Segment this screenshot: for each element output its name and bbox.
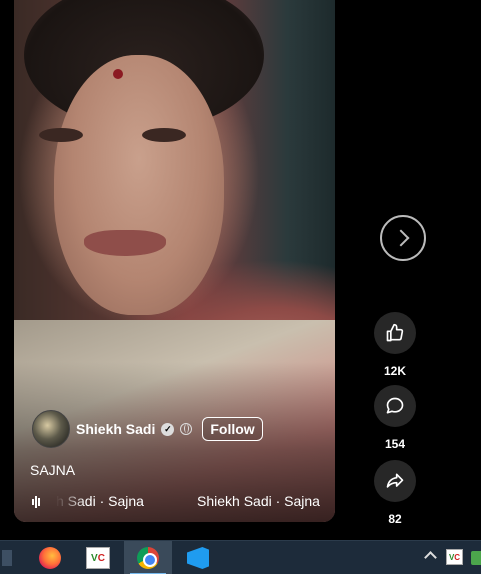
music-text-scrolling: h Sadi · Sajna bbox=[56, 493, 144, 509]
music-text: Shiekh Sadi · Sajna bbox=[197, 493, 320, 509]
follow-button[interactable]: Follow bbox=[202, 417, 263, 441]
vc-icon-c: C bbox=[97, 552, 105, 564]
share-button[interactable] bbox=[374, 460, 416, 502]
comment-button[interactable] bbox=[374, 385, 416, 427]
next-video-button[interactable] bbox=[380, 215, 426, 261]
taskbar-firefox[interactable] bbox=[26, 541, 74, 574]
comment-count: 154 bbox=[384, 437, 406, 451]
vc-icon-v: V bbox=[91, 552, 98, 564]
taskbar-edge bbox=[0, 541, 14, 574]
music-marquee: h Sadi · Sajna Shiekh Sadi · Sajna bbox=[52, 493, 332, 511]
video-caption: SAJNA bbox=[30, 462, 76, 478]
share-count: 82 bbox=[388, 512, 402, 526]
firefox-icon bbox=[39, 547, 61, 569]
tray-vc-c: C bbox=[454, 552, 461, 562]
author-name[interactable]: Shiekh Sadi bbox=[76, 421, 155, 437]
like-count: 12K bbox=[383, 364, 406, 378]
comment-action: 154 bbox=[374, 385, 416, 451]
thumbs-up-icon bbox=[386, 323, 404, 342]
video-content-bindi bbox=[113, 69, 123, 79]
video-content-eye bbox=[142, 128, 186, 142]
globe-icon bbox=[180, 423, 193, 435]
music-waveform-icon bbox=[32, 495, 44, 509]
video-content-face bbox=[54, 55, 224, 315]
video-content-mouth bbox=[84, 230, 166, 256]
tray-vc-icon[interactable]: VC bbox=[446, 549, 463, 565]
author-avatar[interactable] bbox=[32, 410, 70, 448]
video-frame[interactable]: Shiekh Sadi ✓ Follow SAJNA h Sadi · Sajn… bbox=[14, 0, 335, 522]
taskbar-vc[interactable]: VC bbox=[74, 541, 122, 574]
share-action: 82 bbox=[374, 460, 416, 526]
verified-badge-icon: ✓ bbox=[161, 422, 175, 436]
video-player-area: Shiekh Sadi ✓ Follow SAJNA h Sadi · Sajn… bbox=[0, 0, 481, 540]
like-button[interactable] bbox=[374, 312, 416, 354]
music-row[interactable]: h Sadi · Sajna Shiekh Sadi · Sajna bbox=[32, 493, 332, 511]
share-arrow-icon bbox=[386, 473, 404, 488]
vscode-icon bbox=[187, 547, 209, 569]
chevron-right-icon bbox=[392, 229, 410, 247]
like-action: 12K bbox=[374, 312, 416, 378]
vc-icon: VC bbox=[86, 547, 110, 569]
taskbar-vscode[interactable] bbox=[174, 541, 222, 574]
comment-icon bbox=[386, 397, 404, 414]
author-row: Shiekh Sadi ✓ Follow bbox=[32, 410, 263, 448]
windows-taskbar: VC bbox=[0, 540, 481, 574]
tray-nvidia-icon[interactable] bbox=[471, 551, 481, 565]
video-content-eye bbox=[39, 128, 83, 142]
taskbar-chrome[interactable] bbox=[124, 541, 172, 574]
partial-app-icon bbox=[2, 550, 12, 566]
chrome-icon bbox=[137, 547, 159, 569]
